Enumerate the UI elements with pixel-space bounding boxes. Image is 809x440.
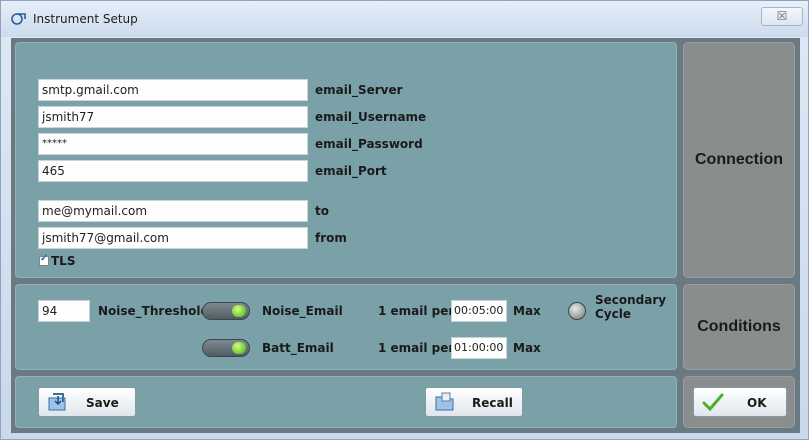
tab-connection-label: Connection xyxy=(695,151,783,168)
connection-panel: smtp.gmail.com email_Server jsmith77 ema… xyxy=(15,42,677,278)
tab-conditions-label: Conditions xyxy=(697,318,781,335)
close-button[interactable]: ☒ xyxy=(761,7,803,26)
email-password-field[interactable]: ***** xyxy=(38,133,308,155)
ok-button[interactable]: OK xyxy=(693,387,787,417)
tls-label: TLS xyxy=(51,254,76,268)
from-label: from xyxy=(315,231,347,245)
noise-threshold-label: Noise_Threshold xyxy=(98,304,210,318)
tls-checkbox[interactable]: ✓ xyxy=(39,253,49,266)
to-label: to xyxy=(315,204,329,218)
checkmark-icon xyxy=(702,393,724,412)
batt-email-toggle[interactable] xyxy=(202,339,250,357)
secondary-cycle-toggle[interactable] xyxy=(568,302,586,320)
email-port-field[interactable]: 465 xyxy=(38,160,308,182)
ok-label: OK xyxy=(747,396,767,410)
batt-max-label: Max xyxy=(513,341,541,355)
email-username-label: email_Username xyxy=(315,110,427,124)
tab-connection[interactable]: Connection xyxy=(683,42,795,278)
save-button[interactable]: Save xyxy=(38,387,136,417)
toggle-on-indicator xyxy=(232,342,246,354)
secondary-cycle-label-line2: Cycle xyxy=(595,307,631,321)
close-icon: ☒ xyxy=(776,9,788,23)
save-icon xyxy=(48,393,66,411)
noise-max-label: Max xyxy=(513,304,541,318)
folder-open-icon xyxy=(435,392,454,411)
ok-panel: OK xyxy=(683,376,795,428)
check-icon: ✓ xyxy=(40,253,49,264)
footer-panel: Save Recall xyxy=(15,376,677,428)
app-icon xyxy=(11,13,26,25)
conditions-panel: 94 Noise_Threshold Noise_Email 1 email p… xyxy=(15,284,677,370)
to-field[interactable]: me@mymail.com xyxy=(38,200,308,222)
client-area: smtp.gmail.com email_Server jsmith77 ema… xyxy=(11,38,800,433)
noise-threshold-field[interactable]: 94 xyxy=(38,300,90,322)
noise-email-label: Noise_Email xyxy=(262,304,343,318)
email-username-field[interactable]: jsmith77 xyxy=(38,106,308,128)
batt-rate-label: 1 email per xyxy=(378,341,455,355)
instrument-setup-window: Instrument Setup ☒ smtp.gmail.com email_… xyxy=(0,0,809,440)
from-field[interactable]: jsmith77@gmail.com xyxy=(38,227,308,249)
toggle-on-indicator xyxy=(232,305,246,317)
email-port-label: email_Port xyxy=(315,164,387,178)
noise-interval-field[interactable]: 00:05:00 xyxy=(451,300,507,322)
window-title: Instrument Setup xyxy=(33,12,138,26)
email-server-label: email_Server xyxy=(315,83,403,97)
batt-interval-field[interactable]: 01:00:00 xyxy=(451,337,507,359)
email-password-label: email_Password xyxy=(315,137,423,151)
title-bar[interactable]: Instrument Setup ☒ xyxy=(1,1,808,37)
noise-rate-label: 1 email per xyxy=(378,304,455,318)
secondary-cycle-label-line1: Secondary xyxy=(595,293,667,307)
batt-email-label: Batt_Email xyxy=(262,341,334,355)
recall-label: Recall xyxy=(472,396,513,410)
noise-email-toggle[interactable] xyxy=(202,302,250,320)
email-server-field[interactable]: smtp.gmail.com xyxy=(38,79,308,101)
save-label: Save xyxy=(86,396,119,410)
recall-button[interactable]: Recall xyxy=(425,387,523,417)
tab-conditions[interactable]: Conditions xyxy=(683,284,795,370)
